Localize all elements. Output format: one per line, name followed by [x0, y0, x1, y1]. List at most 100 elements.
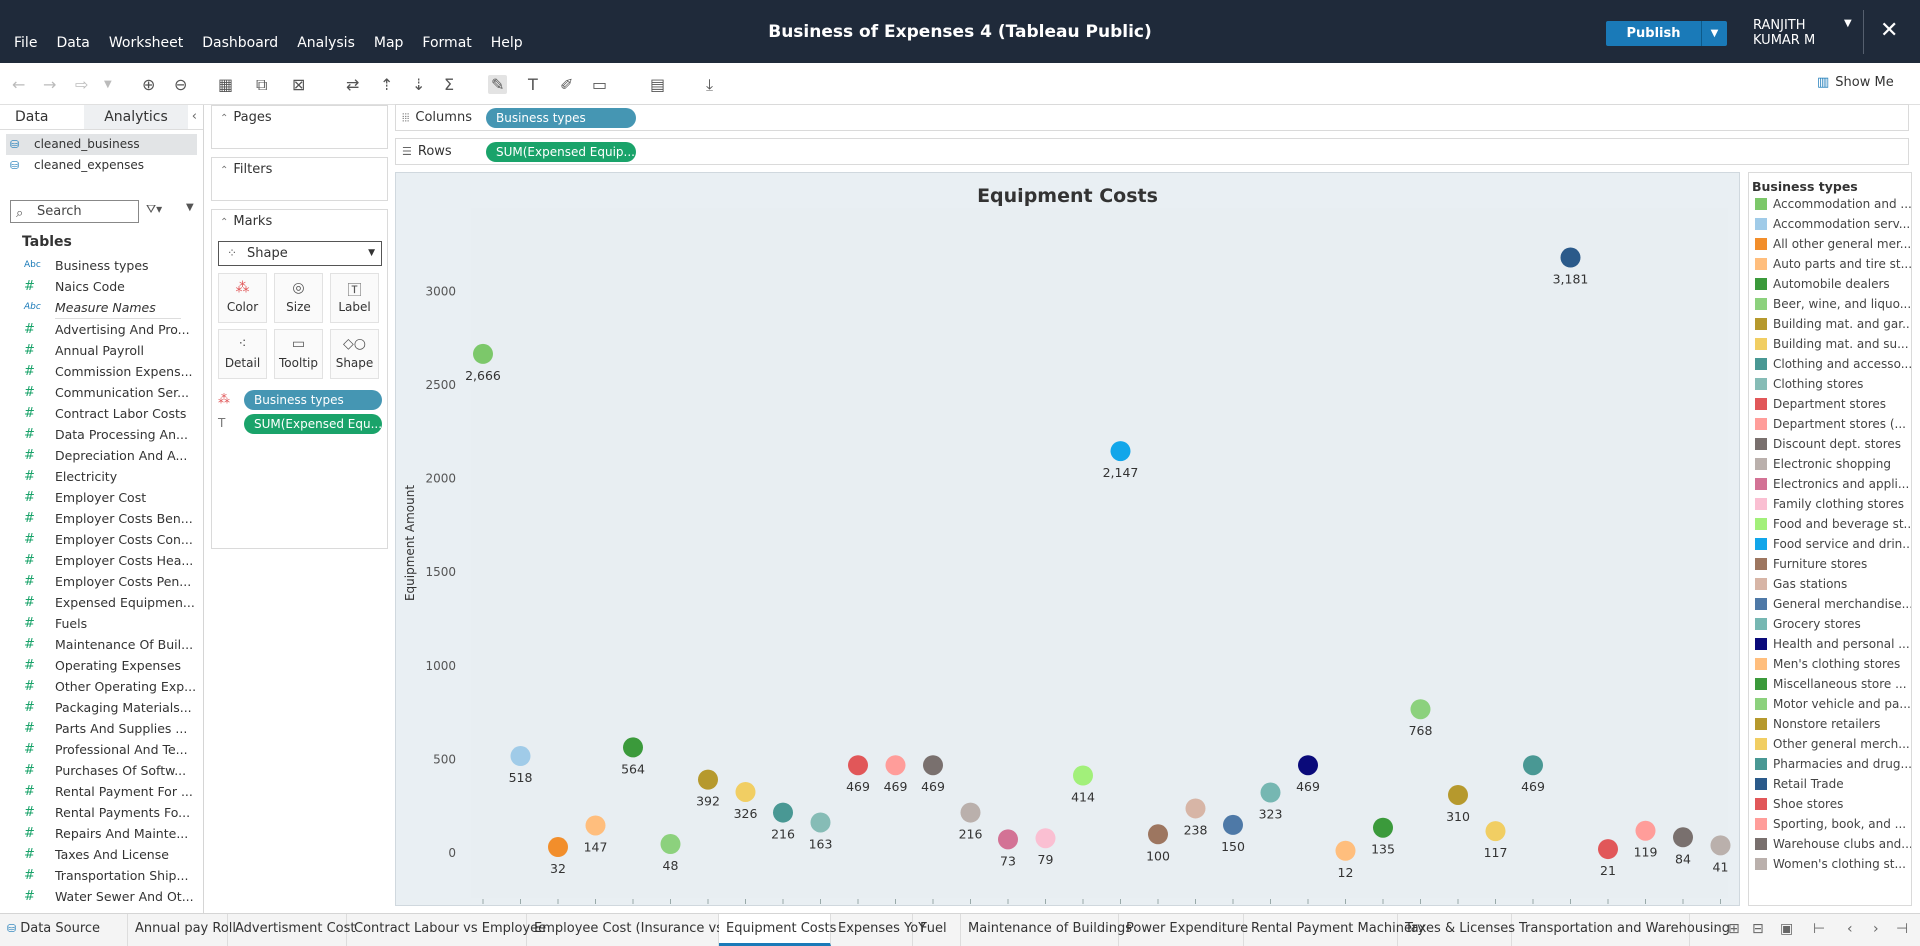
measure-field[interactable]: # Contract Labor Costs	[0, 403, 203, 424]
measure-field[interactable]: # Other Operating Exp...	[0, 676, 203, 697]
tab-data[interactable]: Data	[0, 105, 84, 129]
measure-field[interactable]: # Water Sewer And Ot...	[0, 886, 203, 907]
new-story-tab-icon[interactable]: ▣	[1780, 921, 1793, 937]
legend-item[interactable]: Department stores (...	[1749, 414, 1911, 434]
pages-card[interactable]: ⌃ Pages	[211, 105, 388, 149]
legend-item[interactable]: Health and personal ...	[1749, 634, 1911, 654]
data-point[interactable]	[998, 829, 1018, 850]
sheet-tab[interactable]: Transportation and Warehousing	[1512, 914, 1730, 946]
measure-field[interactable]: # Expensed Equipmen...	[0, 592, 203, 613]
measure-field[interactable]: # Fuels	[0, 613, 203, 634]
collapse-chevron-icon[interactable]: ⌃	[220, 165, 228, 176]
data-point[interactable]	[1110, 441, 1131, 462]
label-pill[interactable]: SUM(Expensed Equ...	[244, 414, 382, 434]
sheet-tab[interactable]: Maintenance of Buildings	[961, 914, 1132, 946]
data-point[interactable]	[660, 834, 681, 855]
legend-item[interactable]: Sporting, book, and ...	[1749, 814, 1911, 834]
tooltip-button[interactable]: ▭ Tooltip	[274, 329, 323, 379]
data-point[interactable]	[548, 837, 568, 858]
filter-icon[interactable]: ⛛▾	[146, 202, 162, 217]
measure-field[interactable]: # Employer Cost	[0, 487, 203, 508]
data-source-item[interactable]: ⛁ cleaned_expenses	[6, 155, 197, 176]
next-tab-icon[interactable]: ›	[1873, 921, 1879, 937]
data-point[interactable]	[848, 755, 868, 776]
data-point[interactable]	[960, 802, 981, 823]
legend-item[interactable]: Department stores	[1749, 394, 1911, 414]
measure-field[interactable]: # Employer Costs Ben...	[0, 508, 203, 529]
publish-button[interactable]: Publish ▼	[1606, 21, 1727, 46]
size-button[interactable]: ◎ Size	[274, 273, 323, 323]
data-point[interactable]	[585, 815, 606, 836]
color-pill[interactable]: Business types	[244, 390, 382, 410]
legend-item[interactable]: Family clothing stores	[1749, 494, 1911, 514]
data-point[interactable]	[1485, 821, 1506, 842]
legend-item[interactable]: Warehouse clubs and...	[1749, 834, 1911, 854]
legend-item[interactable]: Furniture stores	[1749, 554, 1911, 574]
legend-item[interactable]: Accommodation serv...	[1749, 214, 1911, 234]
measure-field[interactable]: # Rental Payment For ...	[0, 781, 203, 802]
measure-field[interactable]: # Operating Expenses	[0, 655, 203, 676]
sheet-tab[interactable]: Contract Labour vs Employee	[347, 914, 546, 946]
dimension-field[interactable]: Abc Measure Names	[0, 297, 203, 318]
legend-item[interactable]: Pharmacies and drug...	[1749, 754, 1911, 774]
measure-field[interactable]: # Employer Costs Pen...	[0, 571, 203, 592]
data-point[interactable]	[1673, 827, 1693, 848]
sheet-tab[interactable]: Expenses YoY	[831, 914, 926, 946]
legend-item[interactable]: Grocery stores	[1749, 614, 1911, 634]
dimension-field[interactable]: Abc Business types	[0, 255, 203, 276]
data-point[interactable]	[923, 755, 943, 776]
clear-sheet-icon[interactable]: ⊠	[292, 75, 305, 94]
color-button[interactable]: ⁂ Color	[218, 273, 267, 323]
new-data-source-icon[interactable]: ⊕	[142, 75, 155, 94]
columns-pill[interactable]: Business types	[486, 108, 636, 128]
measure-field[interactable]: # Commission Expens...	[0, 361, 203, 382]
measure-field[interactable]: # Taxes And License	[0, 844, 203, 865]
measure-field[interactable]: # Employer Costs Con...	[0, 529, 203, 550]
measure-field[interactable]: # Data Processing An...	[0, 424, 203, 445]
data-point[interactable]	[773, 802, 793, 823]
data-point[interactable]	[1523, 755, 1543, 776]
measure-field[interactable]: # Depreciation And A...	[0, 445, 203, 466]
pause-updates-icon[interactable]: ⊖	[174, 75, 187, 94]
collapse-chevron-icon[interactable]: ⌃	[220, 217, 228, 228]
sheet-tab[interactable]: Employee Cost (Insurance vs P...	[527, 914, 745, 946]
legend-item[interactable]: Nonstore retailers	[1749, 714, 1911, 734]
legend-item[interactable]: Food service and drin...	[1749, 534, 1911, 554]
data-point[interactable]	[1185, 798, 1206, 819]
user-menu-chevron-icon[interactable]: ▼	[1844, 18, 1852, 29]
publish-dropdown-icon[interactable]: ▼	[1702, 21, 1727, 46]
legend-item[interactable]: Beer, wine, and liquo...	[1749, 294, 1911, 314]
legend-item[interactable]: Automobile dealers	[1749, 274, 1911, 294]
collapse-pane-icon[interactable]: ‹	[192, 105, 203, 129]
presentation-mode-icon[interactable]: ▤	[650, 75, 665, 94]
legend-item[interactable]: Miscellaneous store ...	[1749, 674, 1911, 694]
show-labels-icon[interactable]: T	[528, 75, 538, 94]
format-workbook-icon[interactable]: ✐	[560, 75, 573, 94]
mark-type-dropdown[interactable]: ⁘ Shape ▼	[218, 241, 382, 266]
legend-item[interactable]: Women's clothing st...	[1749, 854, 1911, 874]
data-point[interactable]	[810, 812, 831, 833]
replay-icon[interactable]: ⇨	[75, 75, 88, 94]
legend-item[interactable]: Motor vehicle and pa...	[1749, 694, 1911, 714]
more-options-icon[interactable]: ▼	[186, 202, 194, 213]
data-point[interactable]	[1410, 699, 1431, 720]
data-point[interactable]	[698, 769, 718, 790]
data-point[interactable]	[1298, 755, 1318, 776]
redo-icon[interactable]: →	[43, 75, 56, 94]
data-point[interactable]	[1035, 828, 1056, 849]
data-point[interactable]	[1373, 817, 1393, 838]
columns-shelf[interactable]: ⦙⦙⦙ Columns Business types	[395, 104, 1909, 131]
measure-field[interactable]: # Repairs And Mainte...	[0, 823, 203, 844]
measure-field[interactable]: # Advertising And Pro...	[0, 319, 203, 340]
download-icon[interactable]: ⤓	[706, 75, 713, 95]
measure-field[interactable]: # Maintenance Of Buil...	[0, 634, 203, 655]
tab-data-source[interactable]: ⛁ Data Source	[0, 914, 128, 946]
legend-item[interactable]: Retail Trade	[1749, 774, 1911, 794]
measure-field[interactable]: # Professional And Te...	[0, 739, 203, 760]
new-dashboard-tab-icon[interactable]: ⊟	[1752, 921, 1764, 937]
data-point[interactable]	[473, 343, 493, 364]
data-point[interactable]	[735, 781, 756, 802]
previous-tab-icon[interactable]: ‹	[1847, 921, 1853, 937]
new-worksheet-icon[interactable]: ▦	[218, 75, 233, 94]
visualization-area[interactable]: Equipment Costs Equipment Amount 0 500 1000…	[395, 172, 1740, 906]
